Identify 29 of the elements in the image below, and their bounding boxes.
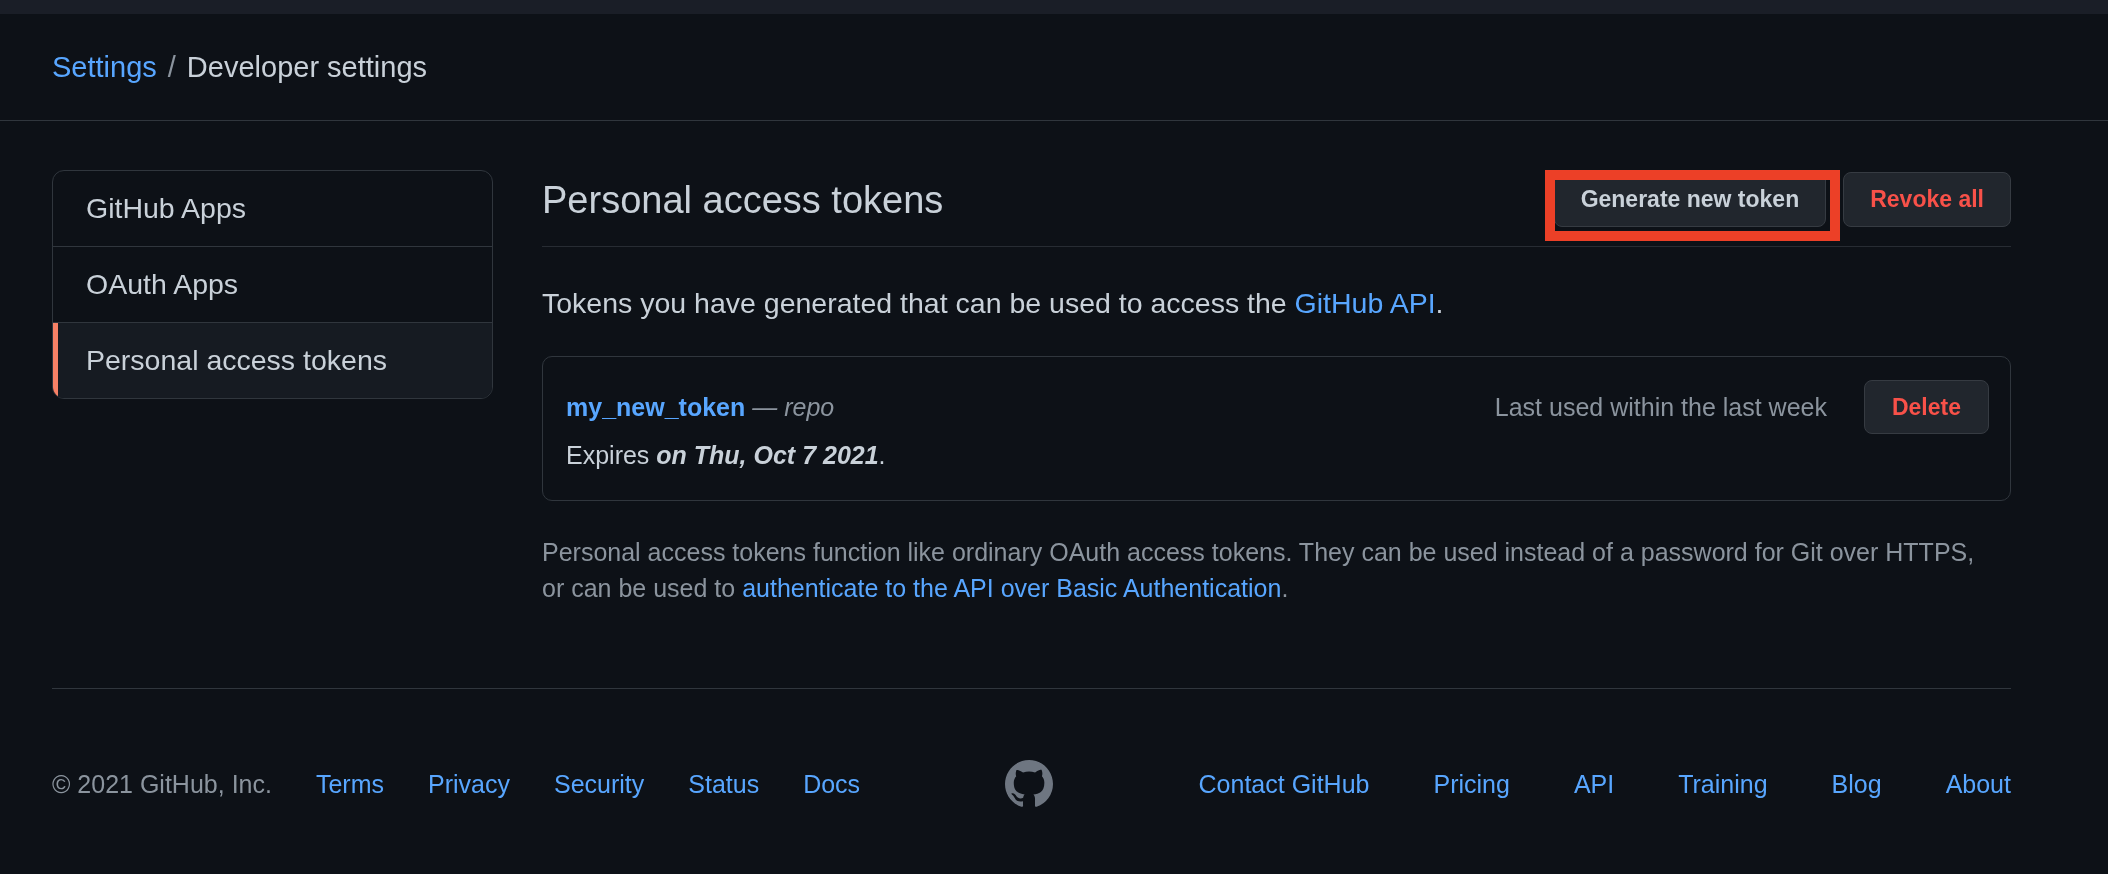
footer-link[interactable]: Docs — [803, 766, 861, 802]
sidebar-item[interactable]: Personal access tokens — [53, 322, 492, 398]
footer-link[interactable]: Training — [1678, 766, 1768, 802]
footer-link[interactable]: Terms — [315, 766, 384, 802]
help-paragraph: Personal access tokens function like ordinary OAuth access tokens. They can be used instead of a password for Git over HTTPS, or can be used to authenticate to the API over Basic Authentication. — [542, 537, 1976, 604]
auth-docs-link[interactable]: authenticate to the API over Basic Authentication — [742, 574, 1282, 602]
footer-link[interactable]: About — [1945, 766, 2011, 802]
breadcrumb-current: Developer settings — [186, 50, 428, 85]
token-name-link[interactable]: my_new_token — [566, 392, 746, 422]
footer-link[interactable]: Blog — [1831, 766, 1882, 802]
footer-link[interactable]: API — [1573, 766, 1615, 802]
footer-link[interactable]: Privacy — [428, 766, 510, 802]
footer-link[interactable]: Pricing — [1433, 766, 1510, 802]
footer-link[interactable]: Security — [553, 766, 645, 802]
page-title: Personal access tokens — [542, 177, 944, 223]
expiry-text: Expires on Thu, Oct 7 2021. — [566, 440, 887, 471]
footer-link[interactable]: Status — [688, 766, 760, 802]
token-scopes: — repo — [752, 392, 835, 422]
api-link[interactable]: GitHub API — [1294, 287, 1436, 319]
sidebar-item[interactable]: GitHub Apps — [53, 171, 492, 246]
revoke-all-button[interactable]: Revoke all — [1843, 172, 2011, 227]
footer-link[interactable]: Contact GitHub — [1198, 766, 1370, 802]
copyright-text: © 2021 GitHub, Inc. — [52, 769, 272, 800]
last-used-text: Last used within the last week — [1494, 392, 1827, 422]
intro-text: Tokens you have generated that can be used to access the GitHub API. — [542, 286, 1445, 321]
breadcrumb-separator: / — [167, 50, 176, 85]
breadcrumb-link[interactable]: Settings — [52, 49, 157, 85]
cat-logo-icon[interactable] — [1005, 760, 1054, 808]
delete-button[interactable]: Delete — [1863, 380, 1989, 434]
